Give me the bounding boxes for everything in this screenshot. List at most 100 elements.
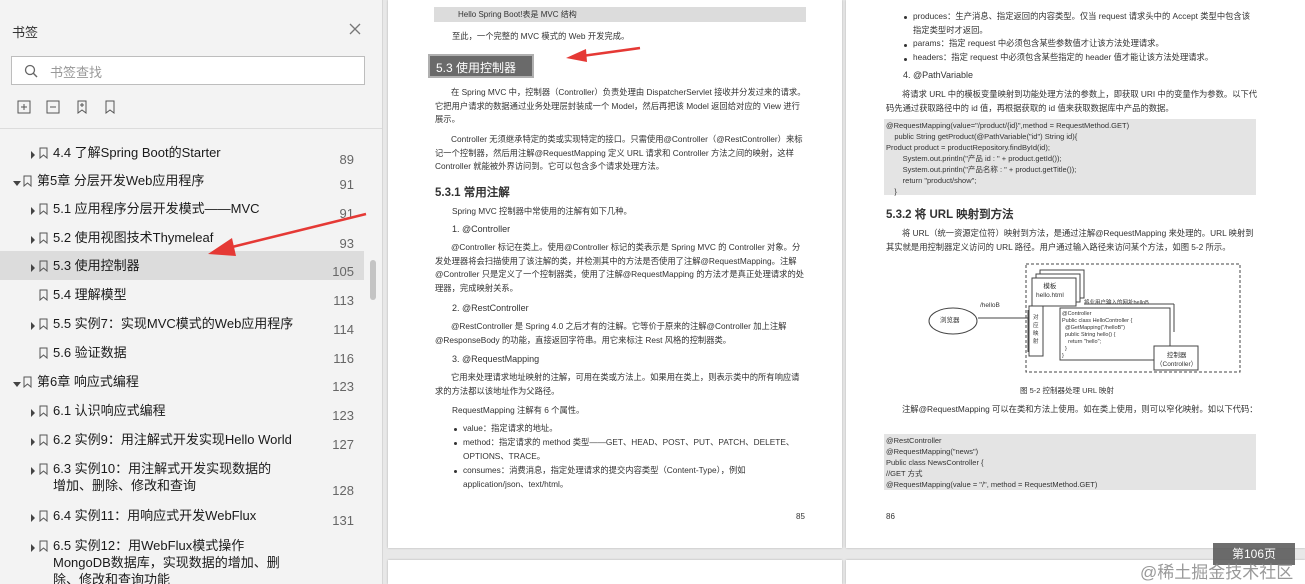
diagram-hint: 将业用户输入的网址helloB: [1084, 300, 1149, 306]
list-item: value：指定请求的地址。: [463, 423, 558, 433]
expand-caret-icon[interactable]: [28, 540, 38, 552]
bookmark-page: 127: [332, 437, 354, 452]
paragraph: Controller 无须继承特定的类或实现特定的接口。只需使用@Control…: [435, 134, 803, 171]
collapse-caret-icon[interactable]: [12, 376, 22, 387]
search-icon: [24, 64, 38, 83]
bookmark-icon: [39, 509, 48, 523]
panel-title: 书签: [12, 25, 39, 40]
paragraph: 将 URL（统一资源定位符）映射到方法，是通过注解@RequestMapping…: [886, 228, 1254, 252]
collapse-all-icon[interactable]: [45, 99, 63, 117]
code-text: @RequestMapping(value="/product/{id}",me…: [886, 121, 1130, 196]
bookmark-item[interactable]: 第6章 响应式编程 123: [0, 367, 364, 396]
annotation-arrow: [208, 212, 367, 256]
bookmark-item[interactable]: 5.4 理解模型 113: [0, 280, 364, 309]
bullet-dot: [904, 16, 907, 19]
subsection-heading: 5.3.2 将 URL 映射到方法: [886, 209, 1014, 221]
bookmark-label: 第6章 响应式编程: [37, 374, 139, 389]
paragraph: 注解@RequestMapping 可以在类和方法上使用。如在类上使用，则可以窄…: [902, 404, 1258, 414]
bookmark-page: 116: [333, 351, 354, 366]
bookmark-item[interactable]: 6.3 实例10：用注解式开发实现数据的增加、删除、修改和查询 128: [0, 454, 364, 501]
paragraph: @RestController 是 Spring 4.0 之后才有的注解。它等价…: [435, 321, 787, 345]
bookmark-page: 123: [332, 379, 354, 394]
search-input[interactable]: [48, 61, 352, 83]
expand-caret-icon[interactable]: [28, 260, 38, 272]
divider: [0, 128, 382, 129]
bookmark-icon: [39, 539, 48, 553]
subsection-heading: 5.3.1 常用注解: [435, 187, 510, 199]
expand-caret-icon[interactable]: [28, 318, 38, 330]
bookmark-label: 6.2 实例9：用注解式开发实现Hello World: [53, 432, 292, 447]
bookmark-label: 第5章 分层开发Web应用程序: [37, 173, 205, 188]
bookmark-label: 6.4 实例11：用响应式开发WebFlux: [53, 508, 257, 523]
bookmark-label: 4.4 了解Spring Boot的Starter: [53, 145, 221, 160]
bookmark-label: 6.5 实例12：用WebFlux模式操作MongoDB数据库，实现数据的增加、…: [53, 538, 280, 584]
expand-caret-icon[interactable]: [28, 203, 38, 215]
bookmark-icon[interactable]: [102, 99, 120, 117]
bookmark-icon: [39, 288, 48, 302]
bookmark-icon: [39, 346, 48, 360]
bookmark-search[interactable]: [11, 56, 365, 85]
bookmark-page: 114: [333, 322, 354, 337]
add-bookmark-icon[interactable]: [74, 99, 92, 117]
bookmark-label: 6.3 实例10：用注解式开发实现数据的增加、删除、修改和查询: [53, 461, 272, 493]
bullet-dot: [904, 44, 907, 47]
section-heading: 5.3 使用控制器: [428, 54, 534, 78]
expand-caret-icon[interactable]: [28, 463, 38, 475]
list-item: params：指定 request 中必须包含某些参数值才让该方法处理请求。: [913, 38, 1164, 48]
bookmark-page: 128: [332, 483, 354, 498]
heading: 4. @PathVariable: [903, 70, 974, 80]
diagram-code: @Controller Public class HelloController…: [1062, 311, 1133, 359]
bookmark-page: 89: [339, 152, 354, 167]
diagram-browser-label: 浏览器: [940, 317, 960, 324]
watermark: @稀土掘金技术社区: [1140, 563, 1294, 582]
bookmark-page: 113: [333, 293, 354, 308]
expand-caret-icon[interactable]: [28, 405, 38, 417]
bookmark-item[interactable]: 5.5 实例7：实现MVC模式的Web应用程序 114: [0, 309, 364, 338]
list-item: headers：指定 request 中必须包含某些指定的 header 值才能…: [913, 52, 1214, 62]
expand-all-icon[interactable]: [16, 99, 34, 117]
bookmark-label: 5.4 理解模型: [53, 287, 127, 302]
bookmark-icon: [39, 231, 48, 245]
expand-caret-icon[interactable]: [28, 232, 38, 244]
heading: 1. @Controller: [452, 224, 511, 234]
paragraph: 它用来处理请求地址映射的注解，可用在类或方法上。如果用在类上，则表示类中的所有响…: [435, 372, 800, 396]
collapse-caret-icon[interactable]: [12, 175, 22, 186]
bookmark-page: 131: [332, 513, 354, 528]
bookmark-item[interactable]: 第5章 分层开发Web应用程序 91: [0, 166, 364, 194]
bullet-dot: [904, 58, 907, 61]
list-item: consumes：消费消息，指定处理请求的提交内容类型（Content-Type…: [463, 465, 746, 489]
list-item: method：指定请求的 method 类型——GET、HEAD、POST、PU…: [463, 437, 795, 461]
bookmark-icon: [39, 462, 48, 476]
bookmark-icon: [39, 317, 48, 331]
bookmark-item[interactable]: 6.5 实例12：用WebFlux模式操作MongoDB数据库，实现数据的增加、…: [0, 531, 364, 584]
expand-caret-icon[interactable]: [28, 434, 38, 446]
heading: 2. @RestController: [452, 303, 529, 313]
paragraph: 将请求 URL 中的模板变量映射到功能处理方法的参数上，即获取 URI 中的变量…: [886, 89, 1258, 113]
bookmark-icon: [39, 404, 48, 418]
bookmark-item[interactable]: 6.4 实例11：用响应式开发WebFlux 131: [0, 501, 364, 530]
bookmark-item[interactable]: 5.6 验证数据 116: [0, 338, 364, 367]
bookmark-item[interactable]: 4.4 了解Spring Boot的Starter 89: [0, 138, 364, 167]
bookmark-page: 123: [332, 408, 354, 423]
bookmark-item[interactable]: 6.2 实例9：用注解式开发实现Hello World 127: [0, 425, 364, 454]
sidebar-scrollbar[interactable]: [370, 260, 376, 300]
bookmark-tree: 4.4 了解Spring Boot的Starter 89 第5章 分层开发Web…: [0, 133, 368, 584]
bullet-dot: [454, 442, 457, 445]
bookmark-icon: [39, 202, 48, 216]
diagram-path-label: /helloB: [980, 302, 1000, 309]
diagram-template-label: 模板 hello.html: [1036, 283, 1064, 299]
bookmark-icon: [39, 259, 48, 273]
diagram-mapping-label: 对 应 映 射: [1033, 315, 1039, 345]
close-icon[interactable]: [346, 20, 364, 38]
bookmark-icon: [23, 375, 32, 389]
bookmark-panel: 书签 4.4 了解Spring Boot的Starter 89: [0, 0, 383, 584]
list-item: produces：生产消息、指定返回的内容类型。仅当 request 请求头中的…: [913, 11, 1251, 35]
expand-caret-icon[interactable]: [28, 510, 38, 522]
bookmark-label: 5.6 验证数据: [53, 345, 127, 360]
bookmark-item[interactable]: 6.1 认识响应式编程 123: [0, 396, 364, 425]
document-page-next: [388, 560, 842, 584]
code-text: @RestController @RequestMapping("news") …: [886, 436, 1098, 489]
bookmark-label: 5.5 实例7：实现MVC模式的Web应用程序: [53, 316, 294, 331]
bullet-dot: [454, 428, 457, 431]
expand-caret-icon[interactable]: [28, 147, 38, 159]
